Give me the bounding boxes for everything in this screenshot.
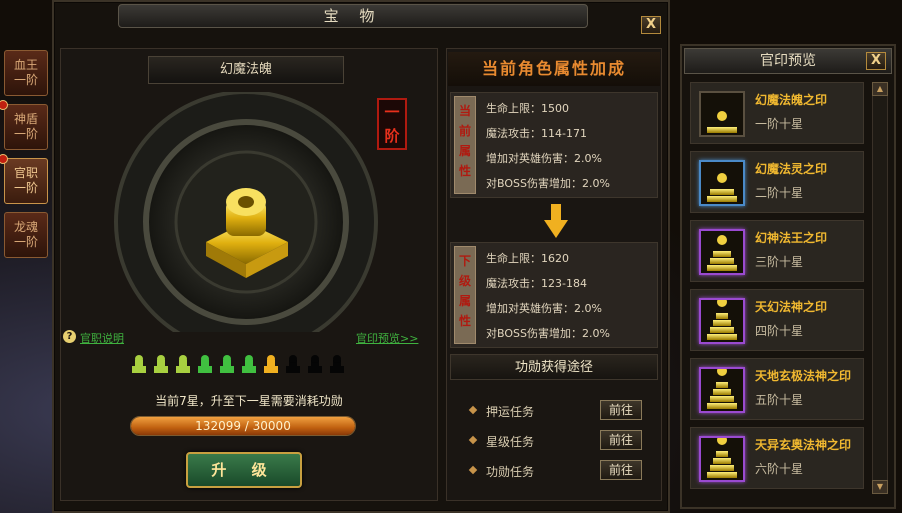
- merit-source-label: 功勋任务: [486, 465, 535, 479]
- star-lit-icon: [174, 354, 192, 374]
- window-title: 宝 物: [118, 4, 588, 28]
- next-attributes-label: 下级属性: [454, 246, 476, 344]
- tier-badge: 一 阶: [377, 98, 407, 150]
- diamond-bullet-icon: [468, 465, 478, 475]
- star-progress-row: [130, 352, 350, 376]
- arrow-down-icon: [544, 204, 568, 238]
- preview-scrollbar[interactable]: [872, 82, 888, 494]
- seal-card[interactable]: 天幻法神之印 四阶十星: [690, 289, 864, 351]
- tab-divine-shield[interactable]: 神盾 一阶: [4, 104, 48, 150]
- seal-tier: 五阶十星: [755, 393, 804, 407]
- tab-official-rank[interactable]: 官职 一阶: [4, 158, 48, 204]
- seal-card[interactable]: 幻魔法魄之印 一阶十星: [690, 82, 864, 144]
- star-lit-icon: [152, 354, 170, 374]
- star-lit-icon: [218, 354, 236, 374]
- goto-button[interactable]: 前往: [600, 430, 642, 450]
- tab-dragon-soul[interactable]: 龙魂 一阶: [4, 212, 48, 258]
- seal-card[interactable]: 天异玄奥法神之印 六阶十星: [690, 427, 864, 489]
- help-link[interactable]: 官职说明: [80, 330, 124, 346]
- seal-pedestal-art: [114, 92, 378, 332]
- current-attributes-label-text: 当前属性: [459, 104, 472, 178]
- diamond-bullet-icon: [468, 435, 478, 445]
- scroll-down-icon[interactable]: ▼: [872, 480, 888, 494]
- merit-source-escort: 押运任务 前往: [468, 400, 656, 424]
- seal-tier: 四阶十星: [755, 324, 804, 338]
- next-attributes-label-text: 下级属性: [459, 254, 472, 328]
- seal-thumbnail-icon: [699, 229, 745, 275]
- seal-card[interactable]: 天地玄极法神之印 五阶十星: [690, 358, 864, 420]
- preview-title: 官印预览: [684, 48, 892, 74]
- merit-source-star-quest: 星级任务 前往: [468, 430, 656, 454]
- progress-text: 132099 / 30000: [195, 419, 291, 433]
- seal-name: 幻魔法魄之印: [755, 93, 828, 107]
- tab-tier: 一阶: [13, 181, 38, 195]
- preview-close-button[interactable]: X: [866, 52, 886, 70]
- tab-label: 龙魂: [13, 220, 38, 234]
- merit-sources-title: 功勋获得途径: [450, 354, 658, 380]
- goto-button[interactable]: 前往: [600, 460, 642, 480]
- tab-label: 官职: [13, 166, 38, 180]
- star-lit-icon: [196, 354, 214, 374]
- upgrade-button[interactable]: 升 级: [186, 452, 302, 488]
- seal-tier: 六阶十星: [755, 462, 804, 476]
- next-stat-boss-damage: 对BOSS伤害增加：2.0%: [486, 327, 610, 340]
- seal-name: 天异玄奥法神之印: [755, 438, 852, 452]
- next-stat-magic-attack: 魔法攻击：123-184: [486, 277, 587, 290]
- star-lit-icon: [240, 354, 258, 374]
- merit-source-merit-quest: 功勋任务 前往: [468, 460, 656, 484]
- star-empty-icon: [306, 354, 324, 374]
- attribute-title: 当前角色属性加成: [448, 52, 660, 86]
- seal-thumbnail-icon: [699, 435, 745, 482]
- diamond-bullet-icon: [468, 405, 478, 415]
- tab-blood-king[interactable]: 血王 一阶: [4, 50, 48, 96]
- merit-source-label: 押运任务: [486, 405, 535, 419]
- seal-thumbnail-icon: [699, 160, 745, 206]
- tier-badge-text: 一 阶: [384, 103, 400, 145]
- goto-button[interactable]: 前往: [600, 400, 642, 420]
- seal-name: 幻神法王之印: [755, 231, 828, 245]
- seal-tier: 二阶十星: [755, 186, 804, 200]
- current-stat-boss-damage: 对BOSS伤害增加：2.0%: [486, 177, 610, 190]
- merit-source-label: 星级任务: [486, 435, 535, 449]
- current-stat-magic-attack: 魔法攻击：114-171: [486, 127, 587, 140]
- seal-name: 天地玄极法神之印: [755, 369, 852, 383]
- star-empty-icon: [284, 354, 302, 374]
- scroll-up-icon[interactable]: ▲: [872, 82, 888, 96]
- tab-tier: 一阶: [13, 235, 38, 249]
- seal-tier: 一阶十星: [755, 117, 804, 131]
- seal-tier: 三阶十星: [755, 255, 804, 269]
- seal-card[interactable]: 幻魔法灵之印 二阶十星: [690, 151, 864, 213]
- seal-thumbnail-icon: [699, 91, 745, 137]
- star-empty-icon: [328, 354, 346, 374]
- seal-name: 幻魔法灵之印: [755, 162, 828, 176]
- seal-thumbnail-icon: [699, 366, 745, 413]
- tab-tier: 一阶: [13, 73, 38, 87]
- next-stat-hero-damage: 增加对英雄伤害：2.0%: [486, 302, 602, 315]
- star-lit-icon: [262, 354, 280, 374]
- help-icon: ?: [63, 330, 76, 343]
- seal-preview-link[interactable]: 官印预览>>: [356, 330, 418, 346]
- current-stat-hero-damage: 增加对英雄伤害：2.0%: [486, 152, 602, 165]
- seal-thumbnail-icon: [699, 297, 745, 344]
- close-button[interactable]: X: [641, 16, 661, 34]
- current-stat-hp: 生命上限：1500: [486, 102, 569, 115]
- upgrade-cost-info: 当前7星，升至下一星需要消耗功勋: [155, 394, 343, 408]
- tab-label: 血王: [13, 58, 38, 72]
- tab-tier: 一阶: [13, 127, 38, 141]
- seal-name: 天幻法神之印: [755, 300, 828, 314]
- star-lit-icon: [130, 354, 148, 374]
- current-attributes-label: 当前属性: [454, 96, 476, 194]
- item-name: 幻魔法魄: [148, 56, 344, 84]
- tab-label: 神盾: [13, 112, 38, 126]
- next-stat-hp: 生命上限：1620: [486, 252, 569, 265]
- seal-card[interactable]: 幻神法王之印 三阶十星: [690, 220, 864, 282]
